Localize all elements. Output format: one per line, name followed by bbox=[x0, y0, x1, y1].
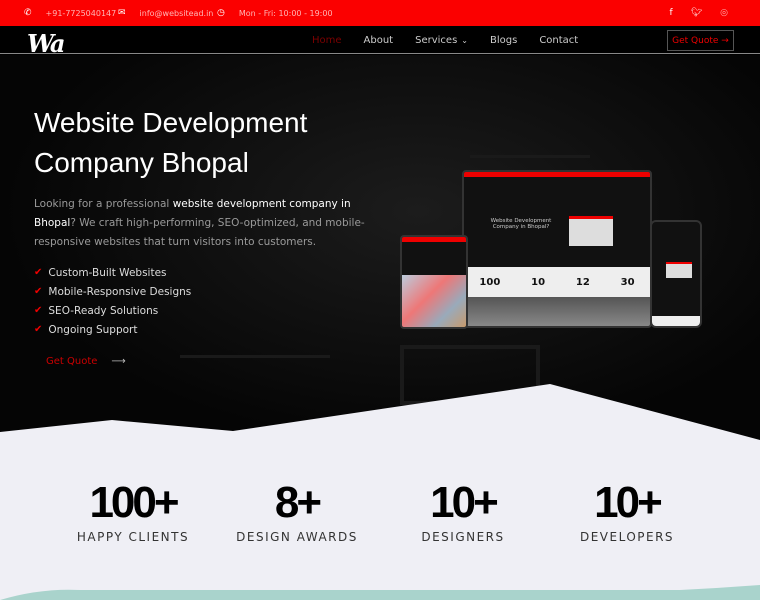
stat-label: DESIGNERS bbox=[421, 530, 505, 544]
stat-label: DESIGN AWARDS bbox=[236, 530, 358, 544]
stat-value: 10+ bbox=[430, 478, 499, 527]
stat-value: 10+ bbox=[594, 478, 663, 527]
stat-value: 100+ bbox=[89, 478, 179, 527]
stat-design-awards: 8+ DESIGN AWARDS bbox=[212, 478, 382, 544]
stat-happy-clients: 100+ HAPPY CLIENTS bbox=[48, 478, 218, 544]
stat-label: HAPPY CLIENTS bbox=[76, 530, 190, 544]
stat-label: DEVELOPERS bbox=[579, 530, 675, 544]
stat-developers: 10+ DEVELOPERS bbox=[542, 478, 712, 544]
stat-value: 8+ bbox=[274, 478, 322, 527]
stat-designers: 10+ DESIGNERS bbox=[378, 478, 548, 544]
